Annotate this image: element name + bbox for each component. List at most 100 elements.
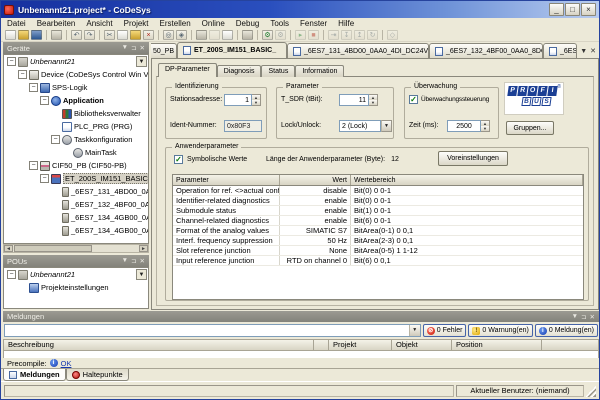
- col-objekt[interactable]: Objekt: [392, 340, 452, 350]
- cut-icon[interactable]: ✂: [104, 30, 115, 40]
- lock-unlock-select[interactable]: 2 (Lock): [339, 120, 381, 132]
- zeit-stepper[interactable]: ▲ ▼: [481, 120, 490, 132]
- collapse-icon[interactable]: −: [40, 96, 49, 105]
- menu-fenster[interactable]: Fenster: [300, 19, 327, 28]
- menu-bearbeiten[interactable]: Bearbeiten: [37, 19, 76, 28]
- device-catalog-icon[interactable]: [242, 30, 253, 40]
- tab-meldungen[interactable]: Meldungen: [3, 369, 66, 381]
- collapse-icon[interactable]: −: [7, 270, 16, 279]
- redo-icon[interactable]: ↷: [84, 30, 95, 40]
- tree-item-taskkonfiguration[interactable]: − Taskkonfiguration: [4, 133, 148, 146]
- table-row[interactable]: Slot reference junction None BitArea(0-5…: [173, 246, 583, 256]
- single-cycle-icon[interactable]: ◇: [387, 30, 398, 40]
- step-into-icon[interactable]: ↧: [341, 30, 352, 40]
- col-projekt[interactable]: Projekt: [329, 340, 392, 350]
- collapse-icon[interactable]: −: [40, 174, 49, 183]
- login-icon[interactable]: ⚙: [262, 30, 273, 40]
- step-out-icon[interactable]: ↥: [354, 30, 365, 40]
- menu-ansicht[interactable]: Ansicht: [86, 19, 112, 28]
- tree-item-sps-logik[interactable]: − SPS-Logik: [4, 81, 148, 94]
- tab-information[interactable]: Information: [295, 65, 345, 77]
- doc-tab-6es7-131[interactable]: _6ES7_131_4BD00_0AA0_4DI_DC24V: [287, 43, 429, 58]
- tree-item-module-3[interactable]: _6ES7_134_4GB00_0AB0_2: [4, 211, 148, 224]
- menu-online[interactable]: Online: [202, 19, 225, 28]
- panel-menu-icon[interactable]: ▼: [122, 257, 128, 265]
- tree-item-application[interactable]: − Application: [4, 94, 148, 107]
- new-object-icon[interactable]: [222, 30, 233, 40]
- tree-item-maintask[interactable]: MainTask: [4, 146, 148, 159]
- voreinstellungen-button[interactable]: Voreinstellungen: [438, 151, 508, 166]
- tab-list-dropdown-icon[interactable]: ▼: [580, 48, 587, 55]
- start-icon[interactable]: ▸: [295, 30, 306, 40]
- paste-icon[interactable]: [130, 30, 141, 40]
- pin-icon[interactable]: ⊐: [581, 313, 586, 321]
- collapse-icon[interactable]: −: [7, 57, 16, 66]
- tree-item-module-2[interactable]: _6ES7_132_4BF00_0AA0_8: [4, 198, 148, 211]
- scrollbar-thumb[interactable]: [14, 245, 92, 252]
- copy-icon[interactable]: [117, 30, 128, 40]
- ueberwachung-checkbox[interactable]: ✓: [409, 95, 418, 104]
- tsdr-stepper[interactable]: ▲ ▼: [369, 94, 378, 106]
- tab-dp-parameter[interactable]: DP-Parameter: [158, 63, 217, 77]
- resize-grip[interactable]: [586, 384, 596, 397]
- tree-item-bibliotheksverwalter[interactable]: Bibliotheksverwalter: [4, 107, 148, 120]
- table-row[interactable]: Format of the analog values SIMATIC S7 B…: [173, 226, 583, 236]
- message-filter-combobox[interactable]: ▼: [4, 324, 421, 337]
- tree-item-project[interactable]: − Unbenannt21 ▼: [4, 268, 148, 281]
- delete-icon[interactable]: ×: [143, 30, 154, 40]
- save-icon[interactable]: [31, 30, 42, 40]
- panel-menu-icon[interactable]: ▼: [122, 44, 128, 52]
- ident-nummer-field[interactable]: 0x80F3: [224, 120, 262, 132]
- stop-icon[interactable]: ■: [308, 30, 319, 40]
- tree-item-projekteinstellungen[interactable]: Projekteinstellungen: [4, 281, 148, 294]
- col-wert[interactable]: Wert: [280, 175, 351, 185]
- scroll-left-icon[interactable]: ◄: [4, 245, 13, 252]
- close-panel-icon[interactable]: ✕: [140, 257, 145, 265]
- doc-tab-cif50-pb[interactable]: 50_PB: [151, 43, 177, 58]
- zeit-input[interactable]: 2500: [447, 120, 481, 132]
- table-row[interactable]: Submodule status enable Bit(1) 0 0-1: [173, 206, 583, 216]
- tab-diagnosis[interactable]: Diagnosis: [216, 65, 262, 77]
- menu-tools[interactable]: Tools: [270, 19, 289, 28]
- find-icon[interactable]: ◎: [163, 30, 174, 40]
- step-over-icon[interactable]: ⇥: [328, 30, 339, 40]
- logout-icon[interactable]: ⚙: [275, 30, 286, 40]
- collapse-icon[interactable]: −: [29, 161, 38, 170]
- close-panel-icon[interactable]: ✕: [590, 313, 595, 321]
- close-document-icon[interactable]: ✕: [590, 47, 596, 55]
- pin-icon[interactable]: ⊐: [131, 44, 136, 52]
- doc-tab-6es7-132[interactable]: _6ES7_132_4BF00_0AA0_8DO: [429, 43, 543, 58]
- tree-item-et200s[interactable]: − ET_200S_IM151_BASIC_ (ET 20: [4, 172, 148, 185]
- menu-datei[interactable]: Datei: [7, 19, 26, 28]
- tab-haltepunkte[interactable]: Haltepunkte: [65, 369, 129, 381]
- collapse-icon[interactable]: −: [51, 135, 60, 144]
- warnings-filter-button[interactable]: ! 0 Warnung(en): [468, 324, 533, 337]
- col-beschreibung[interactable]: Beschreibung: [4, 340, 314, 350]
- tree-dropdown-icon[interactable]: ▼: [136, 56, 147, 67]
- scroll-right-icon[interactable]: ►: [139, 245, 148, 252]
- doc-tab-6es7-134[interactable]: _6ES7: [543, 43, 577, 58]
- build-icon[interactable]: [196, 30, 207, 40]
- symbolische-werte-checkbox[interactable]: ✓: [174, 155, 183, 164]
- close-button[interactable]: ×: [581, 3, 596, 16]
- minimize-button[interactable]: _: [549, 3, 564, 16]
- table-row[interactable]: Identifier-related diagnostics enable Bi…: [173, 196, 583, 206]
- messages-filter-button[interactable]: i 0 Meldung(en): [534, 324, 598, 337]
- table-row[interactable]: Interf. frequency suppression 50 Hz BitA…: [173, 236, 583, 246]
- new-file-icon[interactable]: [5, 30, 16, 40]
- panel-menu-icon[interactable]: ▼: [572, 313, 578, 321]
- stationsadresse-input[interactable]: 1: [224, 94, 252, 106]
- horizontal-scrollbar[interactable]: ◄ ►: [3, 244, 149, 253]
- tree-item-module-4[interactable]: _6ES7_134_4GB00_0AB0_2: [4, 224, 148, 237]
- menu-debug[interactable]: Debug: [236, 19, 260, 28]
- collapse-icon[interactable]: −: [29, 83, 38, 92]
- tree-item-device[interactable]: − Device (CoDeSys Control Win V3): [4, 68, 148, 81]
- tree-item-module-1[interactable]: _6ES7_131_4BD00_0AA0_4: [4, 185, 148, 198]
- menu-erstellen[interactable]: Erstellen: [160, 19, 191, 28]
- collapse-icon[interactable]: −: [18, 70, 27, 79]
- menu-projekt[interactable]: Projekt: [124, 19, 149, 28]
- table-row[interactable]: Channel-related diagnostics enable Bit(6…: [173, 216, 583, 226]
- tab-status[interactable]: Status: [261, 65, 296, 77]
- col-position[interactable]: Position: [452, 340, 542, 350]
- undo-icon[interactable]: ↶: [71, 30, 82, 40]
